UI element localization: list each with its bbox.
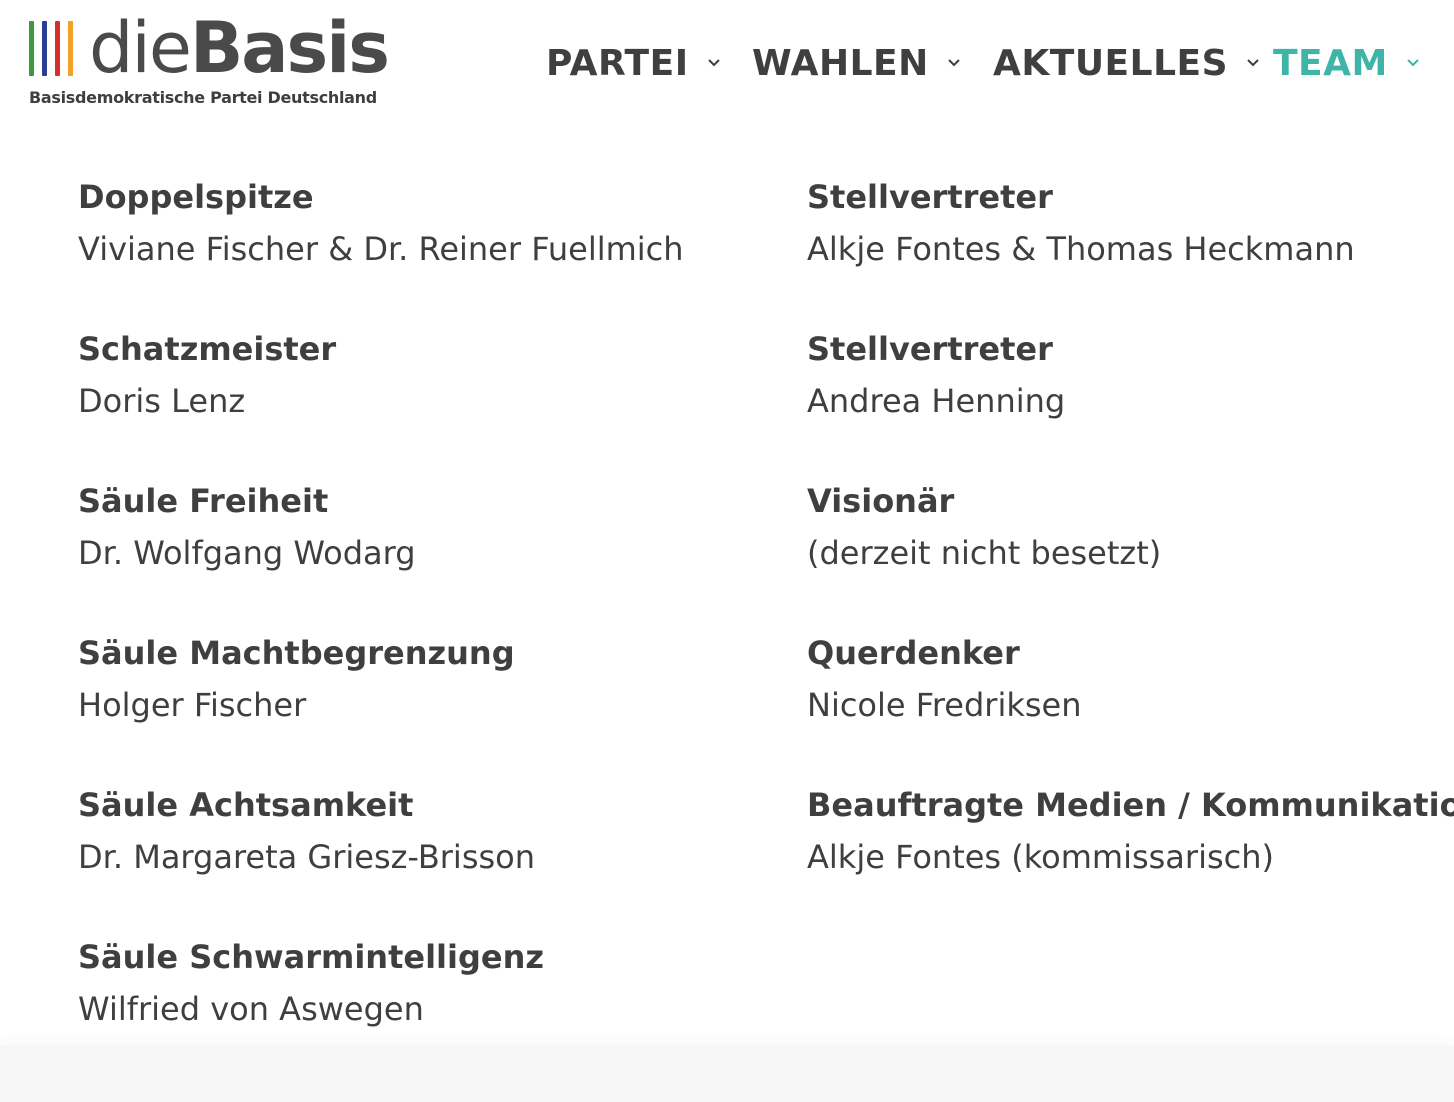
team-member-name: Alkje Fontes & Thomas Heckmann: [807, 230, 1355, 268]
page: dieBasis Basisdemokratische Partei Deuts…: [0, 0, 1454, 1102]
team-role: Säule Schwarmintelligenz: [78, 938, 544, 976]
team-role: Visionär: [807, 482, 955, 520]
team-entry: Doppelspitze Viviane Fischer & Dr. Reine…: [78, 177, 738, 269]
team-entry: Querdenker Nicole Fredriksen: [807, 633, 1454, 725]
team-member-name: Viviane Fischer & Dr. Reiner Fuellmich: [78, 230, 684, 268]
nav-label: WAHLEN: [752, 42, 929, 84]
team-member-name: (derzeit nicht besetzt): [807, 534, 1162, 572]
team-member-name: Holger Fischer: [78, 686, 307, 724]
main-nav: PARTEI WAHLEN AKTUELLES TEAM: [0, 38, 1454, 88]
nav-label: TEAM: [1273, 42, 1388, 84]
team-member-name: Doris Lenz: [78, 382, 246, 420]
team-role: Säule Freiheit: [78, 482, 329, 520]
team-role: Stellvertreter: [807, 330, 1053, 368]
team-role: Querdenker: [807, 634, 1020, 672]
team-role: Beauftragte Medien / Kommunikation: [807, 786, 1454, 824]
nav-item-team[interactable]: TEAM: [1273, 38, 1422, 88]
chevron-down-icon: [1407, 59, 1419, 67]
nav-item-aktuelles[interactable]: AKTUELLES: [993, 38, 1262, 88]
team-role: Säule Achtsamkeit: [78, 786, 414, 824]
team-entry: Schatzmeister Doris Lenz: [78, 329, 738, 421]
team-entry: Säule Schwarmintelligenz Wilfried von As…: [78, 937, 738, 1029]
team-member-name: Alkje Fontes (kommissarisch): [807, 838, 1274, 876]
footer-strip: [0, 1046, 1454, 1102]
team-entry: Stellvertreter Alkje Fontes & Thomas Hec…: [807, 177, 1454, 269]
team-entry: Stellvertreter Andrea Henning: [807, 329, 1454, 421]
team-member-name: Dr. Wolfgang Wodarg: [78, 534, 416, 572]
nav-item-wahlen[interactable]: WAHLEN: [752, 38, 963, 88]
nav-label: AKTUELLES: [993, 42, 1229, 84]
chevron-down-icon: [948, 59, 960, 67]
team-member-name: Andrea Henning: [807, 382, 1066, 420]
team-entry: Beauftragte Medien / Kommunikation Alkje…: [807, 785, 1454, 877]
chevron-down-icon: [707, 59, 720, 67]
team-member-name: Wilfried von Aswegen: [78, 990, 424, 1028]
logo-subtitle: Basisdemokratische Partei Deutschland: [29, 88, 377, 107]
team-role: Säule Machtbegrenzung: [78, 634, 515, 672]
team-member-name: Dr. Margareta Griesz-Brisson: [78, 838, 536, 876]
team-role: Stellvertreter: [807, 178, 1053, 216]
team-entry: Säule Machtbegrenzung Holger Fischer: [78, 633, 738, 725]
team-role: Schatzmeister: [78, 330, 337, 368]
nav-label: PARTEI: [546, 42, 689, 84]
team-entry: Säule Freiheit Dr. Wolfgang Wodarg: [78, 481, 738, 573]
team-role: Doppelspitze: [78, 178, 314, 216]
team-entry: Säule Achtsamkeit Dr. Margareta Griesz-B…: [78, 785, 738, 877]
team-member-name: Nicole Fredriksen: [807, 686, 1082, 724]
site-header: dieBasis Basisdemokratische Partei Deuts…: [0, 0, 1454, 130]
chevron-down-icon: [1247, 59, 1259, 67]
team-entry: Visionär (derzeit nicht besetzt): [807, 481, 1454, 573]
nav-item-partei[interactable]: PARTEI: [546, 38, 723, 88]
